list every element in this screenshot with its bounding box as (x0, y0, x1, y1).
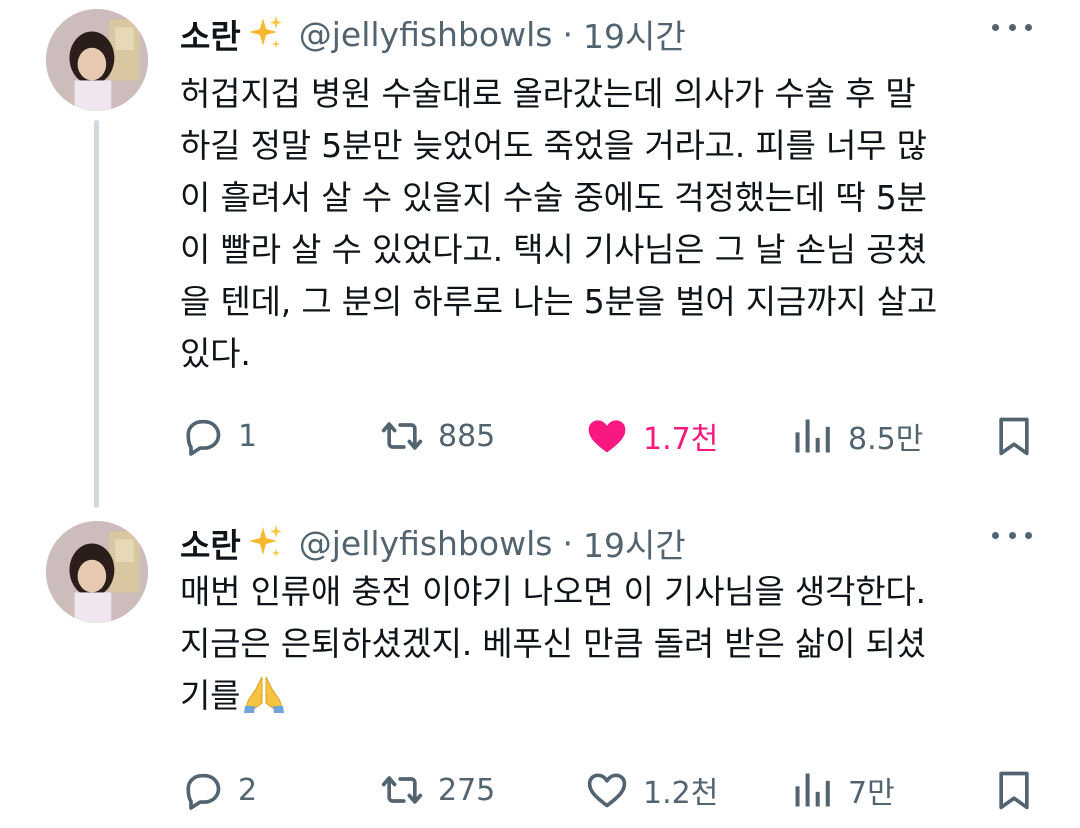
like-count: 1.2천 (643, 776, 719, 811)
timestamp[interactable]: 19시간 (583, 10, 686, 58)
avatar-image (46, 521, 148, 623)
retweet-icon (381, 422, 423, 450)
like-button[interactable]: 1.2천 (585, 764, 718, 816)
avatar[interactable] (46, 9, 148, 111)
avatar-image (46, 9, 148, 111)
separator: · (562, 14, 573, 54)
sparkles-icon (245, 523, 285, 563)
retweet-count: 275 (438, 772, 496, 808)
more-options-icon[interactable] (992, 530, 1032, 540)
avatar[interactable] (46, 521, 148, 623)
reply-count: 2 (238, 772, 258, 808)
tweet-text: 허겁지겁 병원 수술대로 올라갔는데 의사가 수술 후 말 하길 정말 5분만 … (180, 74, 938, 373)
reply-icon (186, 773, 221, 810)
bookmark-button[interactable] (992, 764, 1050, 816)
view-count: 8.5만 (848, 422, 924, 457)
timestamp[interactable]: 19시간 (583, 519, 686, 567)
reply-button[interactable]: 1 (180, 410, 257, 462)
folded-hands-icon (242, 673, 286, 728)
display-name[interactable]: 소란 (180, 519, 241, 567)
reply-count: 1 (238, 418, 258, 454)
like-button[interactable]: 1.7천 (585, 410, 718, 462)
tweet-text: 매번 인류애 충전 이야기 나오면 이 기사님을 생각한다. 지금은 은퇴하셨겠… (180, 566, 1040, 728)
reply-button[interactable]: 2 (180, 764, 257, 816)
heart-outline-icon (587, 773, 627, 808)
more-options-icon[interactable] (992, 22, 1032, 32)
handle[interactable]: @jellyfishbowls (299, 15, 553, 54)
tweet-header: 소란 @jellyfishbowls · 19시간 (180, 517, 1040, 569)
views-button[interactable]: 7만 (790, 764, 895, 816)
views-button[interactable]: 8.5만 (790, 410, 923, 462)
retweet-icon (381, 776, 423, 804)
tweet-actions: 2 275 1.2천 7만 (180, 764, 1040, 816)
tweet[interactable]: 소란 @jellyfishbowls · 19시간 허겁지겁 병원 수술대로 올… (0, 0, 1080, 500)
like-count: 1.7천 (643, 422, 719, 457)
tweet-text-content: 매번 인류애 충전 이야기 나오면 이 기사님을 생각한다. 지금은 은퇴하셨겠… (180, 572, 926, 715)
reply-icon (186, 419, 221, 456)
heart-filled-icon (588, 420, 626, 453)
tweet-actions: 1 885 1.7천 8.5만 (180, 410, 1040, 462)
handle[interactable]: @jellyfishbowls (299, 524, 553, 563)
tweet[interactable]: 소란 @jellyfishbowls · 19시간 매번 인류애 충전 이야기 … (0, 508, 1080, 828)
bookmark-button[interactable] (992, 410, 1050, 462)
sparkles-icon (245, 14, 285, 54)
bookmark-icon (999, 771, 1029, 810)
retweet-button[interactable]: 885 (380, 410, 495, 462)
retweet-count: 885 (438, 418, 496, 454)
views-chart-icon (795, 773, 830, 807)
tweet-header: 소란 @jellyfishbowls · 19시간 (180, 8, 1040, 60)
separator: · (562, 523, 573, 563)
views-chart-icon (795, 419, 830, 453)
bookmark-icon (999, 417, 1029, 456)
view-count: 7만 (848, 776, 895, 811)
display-name[interactable]: 소란 (180, 10, 241, 58)
retweet-button[interactable]: 275 (380, 764, 495, 816)
